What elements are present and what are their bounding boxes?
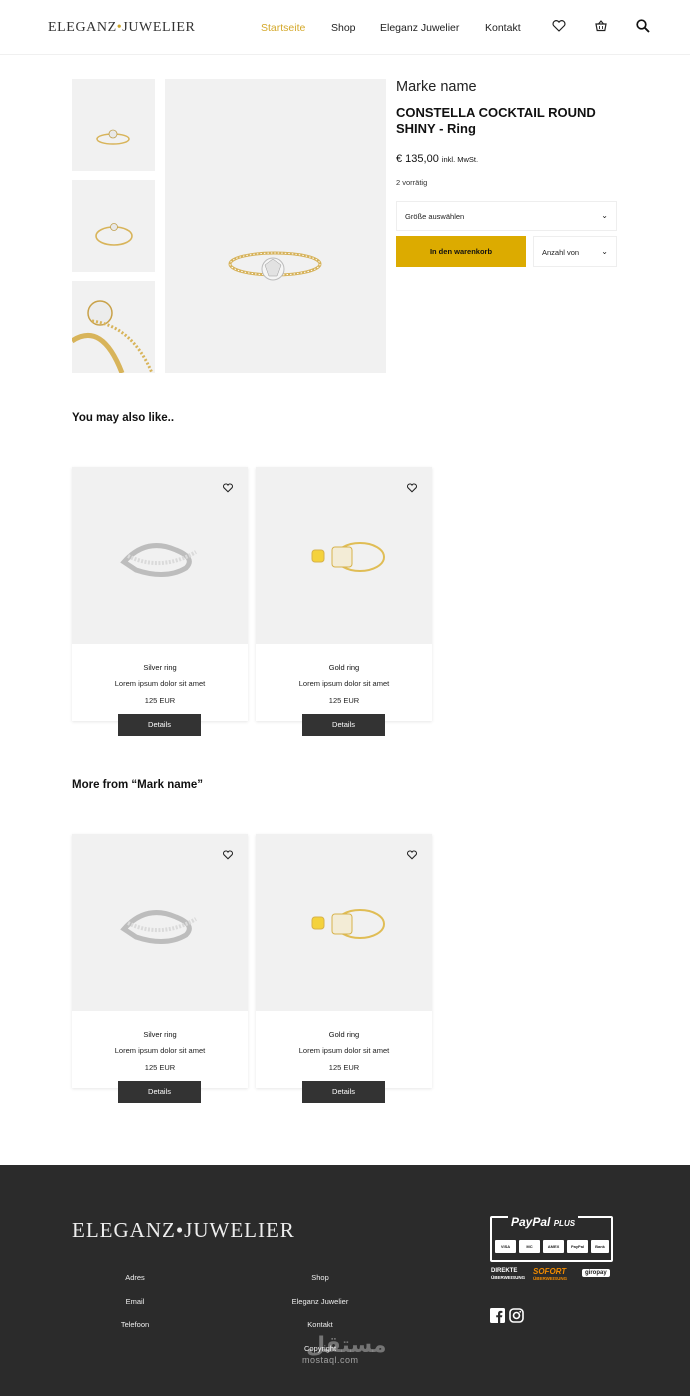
nav-eleganz-juwelier[interactable]: Eleganz Juwelier xyxy=(380,22,459,34)
card-description: Lorem ipsum dolor sit amet xyxy=(298,1046,390,1055)
bank-icon: Bank xyxy=(591,1240,609,1253)
site-logo[interactable]: ELEGANZ•JUWELIER xyxy=(48,20,196,36)
more-from-heading: More from “Mark name” xyxy=(72,779,204,791)
giropay-logo: giropay xyxy=(582,1269,610,1277)
heart-icon[interactable] xyxy=(222,482,234,494)
size-select[interactable]: Größe auswählen ⌄ xyxy=(396,201,617,231)
product-title: CONSTELLA COCKTAIL ROUND SHINY - Ring xyxy=(396,105,596,136)
card-name: Gold ring xyxy=(328,663,360,672)
site-header: ELEGANZ•JUWELIER Startseite Shop Eleganz… xyxy=(0,0,690,55)
basket-icon[interactable] xyxy=(593,18,609,34)
heart-icon[interactable] xyxy=(406,849,418,861)
card-price: 125 EUR xyxy=(144,696,176,705)
site-footer: ELEGANZ•JUWELIER Adres Email Telefoon Sh… xyxy=(0,1165,690,1396)
ring-image xyxy=(96,129,130,145)
chevron-down-icon: ⌄ xyxy=(601,247,608,256)
ring-closeup-image xyxy=(72,300,154,373)
silver-ring-image xyxy=(120,543,197,577)
card-description: Lorem ipsum dolor sit amet xyxy=(114,679,206,688)
footer-logo[interactable]: ELEGANZ•JUWELIER xyxy=(72,1218,295,1243)
footer-link-telefoon[interactable]: Telefoon xyxy=(85,1320,185,1329)
nav-startseite[interactable]: Startseite xyxy=(261,22,305,34)
product-thumbnail-2[interactable] xyxy=(72,180,155,272)
search-icon[interactable] xyxy=(635,18,651,34)
product-brand: Marke name xyxy=(396,79,477,95)
card-name: Silver ring xyxy=(143,663,177,672)
product-card[interactable]: Gold ring Lorem ipsum dolor sit amet 125… xyxy=(256,834,432,1103)
heart-icon[interactable] xyxy=(406,482,418,494)
quantity-select-label: Anzahl von xyxy=(542,248,580,257)
footer-link-eleganz-juwelier[interactable]: Eleganz Juwelier xyxy=(270,1297,370,1306)
visa-icon: VISA xyxy=(495,1240,516,1253)
details-button[interactable]: Details xyxy=(302,1081,385,1103)
footer-logo-separator: • xyxy=(175,1218,185,1242)
instagram-icon[interactable] xyxy=(509,1308,524,1323)
heart-icon[interactable] xyxy=(551,18,567,34)
stock-status: 2 vorrätig xyxy=(396,178,428,187)
also-like-heading: You may also like.. xyxy=(72,412,175,424)
footer-link-adres[interactable]: Adres xyxy=(85,1273,185,1282)
card-description: Lorem ipsum dolor sit amet xyxy=(298,679,390,688)
logo-text-right: JUWELIER xyxy=(122,20,196,35)
logo-text-left: ELEGANZ xyxy=(48,20,117,35)
gold-ring-image xyxy=(311,542,385,572)
silver-ring-image xyxy=(120,910,197,944)
paypal-plus-text: PLUS xyxy=(553,1219,576,1228)
uberweisung-label: ÜBERWEISUNG xyxy=(491,1275,526,1280)
paypal-title: PayPal PLUS xyxy=(508,1215,579,1229)
paypal-icon: PayPal xyxy=(567,1240,588,1253)
mastercard-icon: MC xyxy=(519,1240,540,1253)
price-value: € 135,00 xyxy=(396,153,439,165)
amex-icon: AMEX xyxy=(543,1240,564,1253)
product-card[interactable]: Gold ring Lorem ipsum dolor sit amet 125… xyxy=(256,467,432,736)
add-to-cart-button[interactable]: In den warenkorb xyxy=(396,236,526,267)
ring-image xyxy=(95,223,133,246)
product-thumbnail-3[interactable] xyxy=(72,281,155,373)
nav-shop[interactable]: Shop xyxy=(331,22,356,34)
card-description: Lorem ipsum dolor sit amet xyxy=(114,1046,206,1055)
facebook-icon[interactable] xyxy=(490,1308,505,1323)
product-card[interactable]: Silver ring Lorem ipsum dolor sit amet 1… xyxy=(72,834,248,1103)
details-button[interactable]: Details xyxy=(302,714,385,736)
card-price: 125 EUR xyxy=(328,1063,360,1072)
product-price: € 135,00 inkl. MwSt. xyxy=(396,153,478,165)
size-select-label: Größe auswählen xyxy=(405,212,465,221)
watermark-latin: mostaql.com xyxy=(302,1355,359,1365)
paypal-title-text: PayPal xyxy=(511,1215,551,1229)
ring-image xyxy=(228,251,322,281)
gold-ring-image xyxy=(311,909,385,939)
card-price: 125 EUR xyxy=(144,1063,176,1072)
price-tax-note: inkl. MwSt. xyxy=(441,155,479,164)
nav-kontakt[interactable]: Kontakt xyxy=(485,22,521,34)
sofort-logo: SOFORT xyxy=(533,1267,567,1276)
chevron-down-icon: ⌄ xyxy=(601,211,608,220)
footer-link-shop[interactable]: Shop xyxy=(270,1273,370,1282)
card-name: Gold ring xyxy=(328,1030,360,1039)
paypal-plus-badge: PayPal PLUS VISA MC AMEX PayPal Bank xyxy=(490,1215,613,1262)
sofort-sub-label: ÜBERWEISUNG xyxy=(533,1276,568,1281)
footer-link-email[interactable]: Email xyxy=(85,1297,185,1306)
details-button[interactable]: Details xyxy=(118,714,201,736)
card-price: 125 EUR xyxy=(328,696,360,705)
details-button[interactable]: Details xyxy=(118,1081,201,1103)
card-name: Silver ring xyxy=(143,1030,177,1039)
product-main-image[interactable] xyxy=(165,79,386,373)
heart-icon[interactable] xyxy=(222,849,234,861)
footer-logo-right: JUWELIER xyxy=(184,1218,295,1242)
footer-link-kontakt[interactable]: Kontakt xyxy=(270,1320,370,1329)
product-card[interactable]: Silver ring Lorem ipsum dolor sit amet 1… xyxy=(72,467,248,736)
footer-logo-left: ELEGANZ xyxy=(72,1218,176,1242)
direkte-label: DIREKTE xyxy=(491,1268,518,1274)
product-thumbnail-1[interactable] xyxy=(72,79,155,171)
quantity-select[interactable]: Anzahl von ⌄ xyxy=(533,236,617,267)
